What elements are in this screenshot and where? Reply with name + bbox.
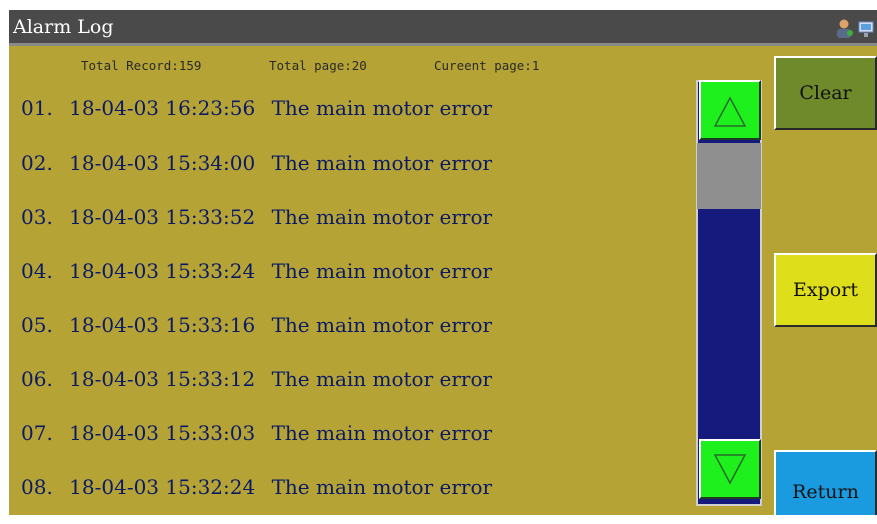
- alarm-row[interactable]: 05. 18-04-03 15:33:16 The main motor err…: [21, 313, 492, 337]
- row-datetime: 18-04-03 15:33:52: [69, 205, 256, 229]
- row-index: 02.: [21, 151, 53, 175]
- scroll-up-button[interactable]: [699, 80, 761, 140]
- alarm-row[interactable]: 07. 18-04-03 15:33:03 The main motor err…: [21, 421, 492, 445]
- export-button[interactable]: Export: [774, 253, 877, 327]
- alarm-row[interactable]: 01. 18-04-03 16:23:56 The main motor err…: [21, 96, 492, 120]
- row-index: 04.: [21, 259, 53, 283]
- total-page: Total page:20: [269, 58, 367, 73]
- row-message: The main motor error: [271, 259, 493, 283]
- network-icon: [858, 21, 874, 37]
- title-bar: Alarm Log: [9, 10, 877, 46]
- row-datetime: 18-04-03 15:33:16: [69, 313, 256, 337]
- row-index: 08.: [21, 475, 53, 499]
- triangle-down-icon: [713, 454, 747, 485]
- row-datetime: 18-04-03 15:33:24: [69, 259, 256, 283]
- alarm-row[interactable]: 03. 18-04-03 15:33:52 The main motor err…: [21, 205, 492, 229]
- scroll-down-button[interactable]: [699, 439, 761, 499]
- row-message: The main motor error: [271, 367, 493, 391]
- status-tray: [827, 16, 877, 40]
- row-datetime: 18-04-03 15:34:00: [69, 151, 256, 175]
- row-datetime: 18-04-03 16:23:56: [69, 96, 256, 120]
- row-message: The main motor error: [271, 205, 493, 229]
- row-message: The main motor error: [271, 96, 493, 120]
- row-index: 05.: [21, 313, 53, 337]
- alarm-row[interactable]: 04. 18-04-03 15:33:24 The main motor err…: [21, 259, 492, 283]
- row-index: 03.: [21, 205, 53, 229]
- row-index: 07.: [21, 421, 53, 445]
- clear-button[interactable]: Clear: [774, 56, 877, 130]
- row-message: The main motor error: [271, 313, 493, 337]
- row-index: 01.: [21, 96, 53, 120]
- return-button[interactable]: Return: [774, 450, 877, 515]
- alarm-row[interactable]: 02. 18-04-03 15:34:00 The main motor err…: [21, 151, 492, 175]
- alarm-row[interactable]: 08. 18-04-03 15:32:24 The main motor err…: [21, 475, 492, 499]
- row-message: The main motor error: [271, 151, 493, 175]
- row-datetime: 18-04-03 15:33:03: [69, 421, 256, 445]
- row-index: 06.: [21, 367, 53, 391]
- alarm-log-screen: Alarm Log Total Record:159 Total page:20…: [9, 10, 877, 515]
- row-datetime: 18-04-03 15:32:24: [69, 475, 256, 499]
- triangle-up-icon: [713, 96, 747, 127]
- current-page: Cureent page:1: [434, 58, 540, 73]
- row-message: The main motor error: [271, 475, 493, 499]
- total-record: Total Record:159: [81, 58, 202, 73]
- row-message: The main motor error: [271, 421, 493, 445]
- alarm-row[interactable]: 06. 18-04-03 15:33:12 The main motor err…: [21, 367, 492, 391]
- scrollbar-thumb[interactable]: [697, 143, 761, 209]
- window-title: Alarm Log: [13, 16, 114, 38]
- row-datetime: 18-04-03 15:33:12: [69, 367, 256, 391]
